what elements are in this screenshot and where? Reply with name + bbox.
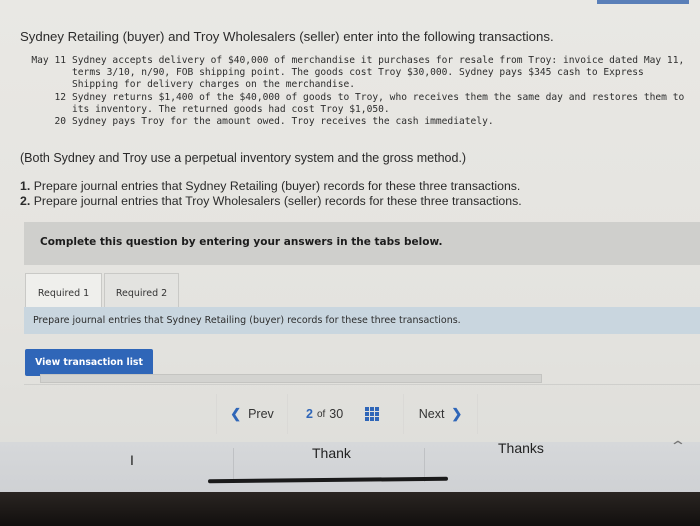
transaction-list: May 11 Sydney accepts delivery of $40,00… bbox=[20, 55, 690, 128]
transaction-text: Sydney pays Troy for the amount owed. Tr… bbox=[72, 116, 494, 128]
transaction-item: 12 Sydney returns $1,400 of the $40,000 … bbox=[20, 92, 690, 116]
tab-required-1[interactable]: Required 1 bbox=[25, 273, 102, 309]
requirement-item: 1. Prepare journal entries that Sydney R… bbox=[20, 179, 522, 194]
requirement-text: Prepare journal entries that Sydney Reta… bbox=[33, 179, 521, 193]
top-edge-bar bbox=[597, 0, 689, 4]
page-of-label: of bbox=[316, 408, 326, 420]
transaction-item: 20 Sydney pays Troy for the amount owed.… bbox=[20, 116, 690, 128]
requirement-item: 2. Prepare journal entries that Troy Who… bbox=[20, 194, 522, 209]
requirement-number: 2. bbox=[20, 193, 31, 208]
next-label: Next bbox=[418, 407, 445, 421]
method-note: (Both Sydney and Troy use a perpetual in… bbox=[20, 151, 467, 165]
tab-instruction-bar: Prepare journal entries that Sydney Reta… bbox=[24, 307, 700, 334]
view-transaction-list-button[interactable]: View transaction list bbox=[25, 349, 153, 376]
tab-required-2[interactable]: Required 2 bbox=[104, 273, 179, 307]
transaction-text: Sydney accepts delivery of $40,000 of me… bbox=[72, 55, 685, 91]
prev-label: Prev bbox=[248, 407, 274, 421]
tab-instruction-text: Prepare journal entries that Sydney Reta… bbox=[33, 315, 461, 326]
page-indicator: 2 of 30 bbox=[290, 394, 400, 434]
grid-icon[interactable] bbox=[365, 407, 380, 421]
chevron-left-icon: ❮ bbox=[230, 406, 242, 421]
caret-up-icon[interactable]: ⌃ bbox=[669, 438, 687, 455]
device-bezel bbox=[0, 492, 700, 526]
horizontal-scrollbar[interactable] bbox=[40, 374, 542, 383]
suggestion-item[interactable]: Thanks bbox=[498, 440, 544, 456]
requirement-text: Prepare journal entries that Troy Wholes… bbox=[33, 193, 522, 208]
suggestion-item[interactable]: Thank bbox=[312, 445, 351, 461]
transaction-date: 12 bbox=[54, 91, 66, 103]
divider bbox=[24, 384, 700, 385]
problem-intro: Sydney Retailing (buyer) and Troy Wholes… bbox=[20, 29, 554, 44]
transaction-item: May 11 Sydney accepts delivery of $40,00… bbox=[20, 55, 690, 92]
total-pages: 30 bbox=[329, 407, 344, 421]
transaction-date: May 11 bbox=[31, 55, 66, 66]
suggestion-divider bbox=[233, 448, 234, 482]
next-button[interactable]: Next ❯ bbox=[403, 394, 478, 434]
instructions-banner: Complete this question by entering your … bbox=[24, 222, 700, 265]
current-page: 2 bbox=[306, 407, 313, 421]
prev-button[interactable]: ❮ Prev bbox=[216, 394, 288, 434]
requirement-number: 1. bbox=[20, 179, 31, 193]
chevron-right-icon: ❯ bbox=[451, 406, 463, 421]
transaction-date: 20 bbox=[54, 116, 66, 128]
suggestion-item[interactable]: I bbox=[130, 452, 134, 468]
requirements-list: 1. Prepare journal entries that Sydney R… bbox=[20, 179, 522, 208]
transaction-text: Sydney returns $1,400 of the $40,000 of … bbox=[72, 91, 685, 115]
banner-text: Complete this question by entering your … bbox=[40, 236, 443, 248]
